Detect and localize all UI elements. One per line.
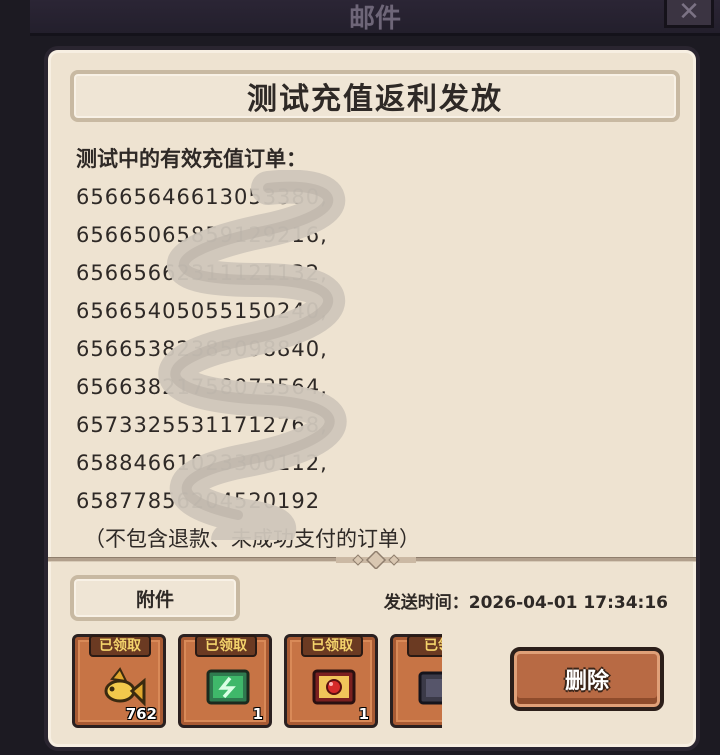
attachment-item[interactable]: 已领 [390,634,442,728]
attachment-item[interactable]: 已领取 762 [72,634,166,728]
redaction-scribble [158,170,347,540]
claimed-badge: 已领取 [195,635,257,657]
item-count: 1 [358,705,369,723]
attachments-label-box: 附件 [70,575,240,621]
dark-chest-icon [418,671,442,705]
item-count: 1 [252,705,263,723]
delete-button[interactable]: 删除 [510,647,664,711]
attachment-list: 已领取 762 已领取 1 已领取 1 已 [72,634,442,734]
item-count: 762 [125,705,157,723]
mail-window-header: 邮件 ✕ [30,0,720,36]
energy-card-icon [206,669,250,705]
mail-title-box: 测试充值返利发放 [70,70,680,122]
mail-detail-panel: 测试充值返利发放 测试中的有效充值订单： 65665646613053380, … [44,46,700,751]
attachment-item[interactable]: 已领取 1 [178,634,272,728]
claimed-badge: 已领取 [301,635,363,657]
red-gem-card-icon [312,669,356,705]
delete-button-label: 删除 [564,669,609,694]
golden-fish-icon [104,667,146,707]
claimed-badge: 已领取 [89,635,151,657]
claimed-badge: 已领 [407,635,442,657]
section-divider [48,551,696,569]
mail-title: 测试充值返利发放 [247,82,503,117]
divider-ornament-icon [336,551,416,569]
send-time: 发送时间：2026-04-01 17:34:16 [383,593,668,613]
window-title: 邮件 [348,4,401,34]
attachments-label: 附件 [135,588,174,611]
attachment-item[interactable]: 已领取 1 [284,634,378,728]
close-icon: ✕ [678,0,700,27]
close-button[interactable]: ✕ [664,0,714,28]
